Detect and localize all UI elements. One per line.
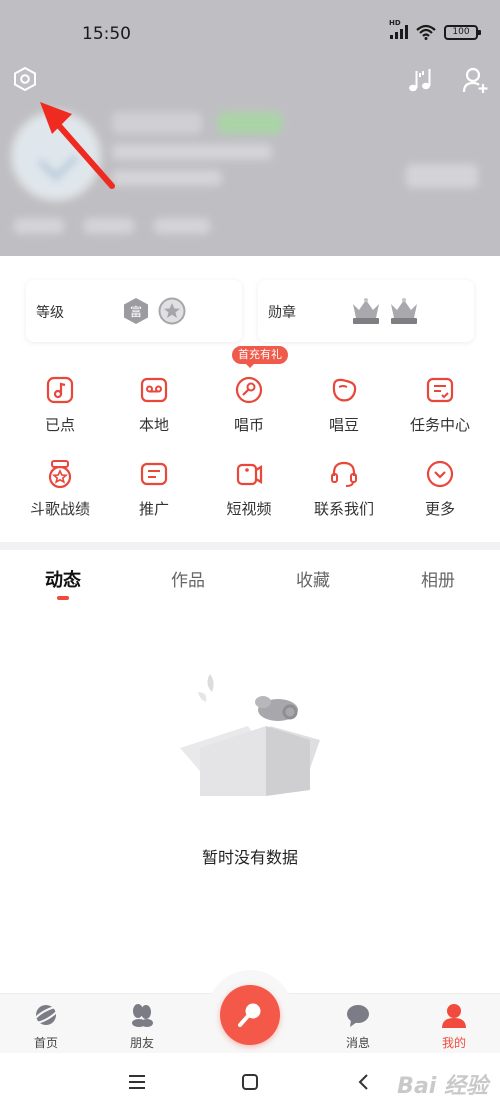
tab-favorites[interactable]: 收藏 xyxy=(263,566,363,591)
back-button[interactable] xyxy=(350,1069,376,1095)
grid-label: 唱币 xyxy=(233,416,264,434)
promote-icon xyxy=(140,462,168,486)
music-notes-icon xyxy=(409,69,431,92)
tab-works[interactable]: 作品 xyxy=(138,566,238,591)
square-home-icon xyxy=(242,1074,258,1090)
settings-hexagon-icon xyxy=(14,66,36,92)
grid-label: 本地 xyxy=(138,416,169,434)
grid-item-local[interactable]: 本地 xyxy=(104,362,204,442)
level-badge-text: 富 xyxy=(129,304,142,319)
grid-label: 联系我们 xyxy=(313,500,374,518)
sing-button[interactable] xyxy=(220,985,280,1045)
watermark: Bai 经验 xyxy=(397,1074,488,1099)
nav-label: 首页 xyxy=(33,1036,58,1050)
friends-icon xyxy=(132,1004,153,1027)
empty-state-message: 暂时没有数据 xyxy=(201,848,298,867)
section-divider xyxy=(0,542,500,550)
coin-icon xyxy=(235,376,263,404)
add-friend-button[interactable] xyxy=(458,62,494,98)
crown-medal-icon xyxy=(353,298,379,324)
status-icons: HD 100 xyxy=(389,19,481,40)
cassette-icon xyxy=(140,377,168,403)
nav-label: 消息 xyxy=(345,1036,370,1050)
grid-item-coins[interactable]: 唱币 xyxy=(199,362,299,442)
tab-activity[interactable]: 动态 xyxy=(13,566,113,592)
crown-medal-icon xyxy=(391,298,417,324)
video-icon xyxy=(236,463,263,486)
grid-label: 更多 xyxy=(424,500,455,518)
grid-item-promote[interactable]: 推广 xyxy=(104,446,204,526)
tab-album[interactable]: 相册 xyxy=(388,566,488,591)
headset-icon xyxy=(331,461,357,487)
wealth-level-badge: 富 xyxy=(122,297,150,325)
nav-item-home[interactable]: 首页 xyxy=(6,994,86,1054)
status-bar: 15:50 HD 100 xyxy=(0,0,500,62)
grid-item-more[interactable]: 更多 xyxy=(390,446,490,526)
nav-item-me[interactable]: 我的 xyxy=(414,994,494,1054)
grid-item-short-video[interactable]: 短视频 xyxy=(199,446,299,526)
network-badge: HD xyxy=(389,19,401,27)
music-button[interactable] xyxy=(402,62,438,98)
status-time: 15:50 xyxy=(82,24,131,44)
grid-item-played[interactable]: 已点 xyxy=(10,362,110,442)
grid-item-battle-record[interactable]: 斗歌战绩 xyxy=(10,446,110,526)
bean-icon xyxy=(332,378,357,402)
wifi-icon xyxy=(416,24,436,40)
grid-label: 推广 xyxy=(138,500,169,518)
star-badge-icon xyxy=(158,297,186,325)
annotation-arrow-icon xyxy=(40,102,115,189)
nav-label: 朋友 xyxy=(129,1036,154,1050)
grid-label: 斗歌战绩 xyxy=(29,500,90,518)
empty-box-illustration xyxy=(180,674,320,796)
music-note-icon xyxy=(46,376,74,404)
add-user-icon xyxy=(462,67,488,93)
medal-card[interactable]: 勋章 xyxy=(258,280,474,342)
chevron-left-icon xyxy=(358,1074,368,1090)
task-icon xyxy=(426,377,454,403)
nav-item-messages[interactable]: 消息 xyxy=(318,994,398,1054)
signal-icon: HD xyxy=(389,19,408,39)
microphone-icon xyxy=(238,1003,261,1027)
nav-label: 我的 xyxy=(441,1036,466,1050)
level-label: 等级 xyxy=(36,305,64,321)
grid-item-tasks[interactable]: 任务中心 xyxy=(390,362,490,442)
menu-lines-icon xyxy=(129,1075,145,1089)
grid-label: 短视频 xyxy=(226,500,272,518)
grid-item-contact-us[interactable]: 联系我们 xyxy=(294,446,394,526)
profile-header: 15:50 HD 100 xyxy=(0,0,500,256)
grid-label: 唱豆 xyxy=(328,416,359,434)
level-card[interactable]: 等级 富 xyxy=(26,280,242,342)
message-icon xyxy=(347,1005,369,1027)
grid-item-beans[interactable]: 唱豆 xyxy=(294,362,394,442)
recent-apps-button[interactable] xyxy=(124,1069,150,1095)
home-button[interactable] xyxy=(237,1069,263,1095)
nav-item-friends[interactable]: 朋友 xyxy=(102,994,182,1054)
grid-label: 已点 xyxy=(44,416,75,434)
grid-label: 任务中心 xyxy=(409,416,470,434)
medal-label: 勋章 xyxy=(268,305,296,321)
planet-icon xyxy=(33,1005,59,1025)
star-level-badge xyxy=(158,297,186,325)
chevron-down-icon xyxy=(426,460,454,488)
profile-icon xyxy=(442,1004,466,1028)
battery-indicator: 100 xyxy=(444,24,481,40)
trophy-icon xyxy=(48,460,72,489)
tab-indicator xyxy=(57,596,69,600)
